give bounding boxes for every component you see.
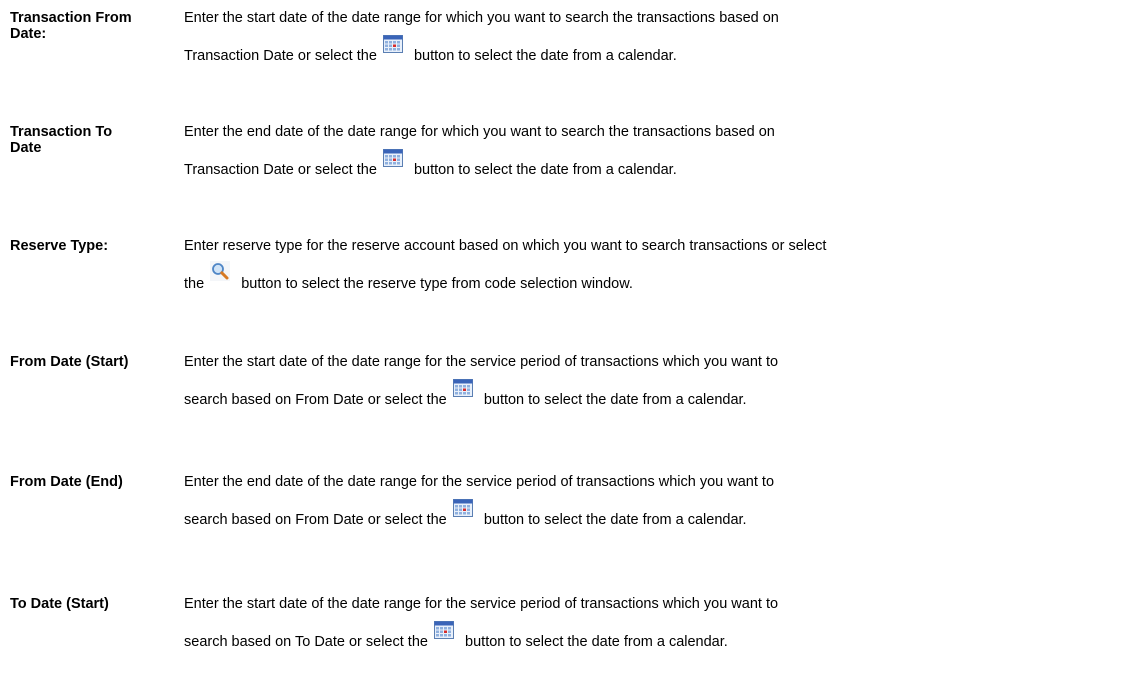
field-term: Transaction From Date: [10,10,132,42]
description-line: Transaction Date or select the button to… [184,35,677,64]
description-line: Transaction Date or select the button to… [184,149,677,178]
search-icon [210,261,231,281]
field-term: Reserve Type: [10,238,109,254]
description-line: search based on To Date or select the bu… [184,621,728,650]
description-line: Enter the start date of the date range f… [184,10,779,26]
description-text: the [184,276,205,292]
description-text: button to select the reserve type from c… [241,276,633,292]
calendar-icon [452,499,473,517]
description-line: Enter reserve type for the reserve accou… [184,238,827,254]
description-line: Enter the end date of the date range for… [184,124,775,140]
description-line: search based on From Date or select the … [184,499,747,528]
description-text: button to select the date from a calenda… [413,162,677,178]
description-text: Transaction Date or select the [184,48,377,64]
description-text: search based on From Date or select the [184,392,447,408]
field-term: From Date (End) [10,474,123,490]
field-term: Transaction To Date [10,124,113,156]
description-text: Transaction Date or select the [184,162,377,178]
description-text: button to select the date from a calenda… [483,512,747,528]
description-line: search based on From Date or select the … [184,379,747,408]
calendar-icon [452,379,473,397]
calendar-icon [434,621,454,639]
description-text: button to select the date from a calenda… [483,392,747,408]
description-line: Enter the start date of the date range f… [184,354,779,370]
description-text: button to select the date from a calenda… [465,634,728,650]
field-term: To Date (Start) [10,596,109,612]
description-text: button to select the date from a calenda… [413,48,677,64]
description-line: Enter the end date of the date range for… [184,474,775,490]
description-text: search based on To Date or select the [184,634,428,650]
calendar-icon [382,35,403,53]
description-line: the button to select the reserve type fr… [184,261,633,292]
field-term: From Date (Start) [10,354,129,370]
description-line: Enter the start date of the date range f… [184,596,779,612]
description-text: search based on From Date or select the [184,512,447,528]
calendar-icon [382,149,403,167]
